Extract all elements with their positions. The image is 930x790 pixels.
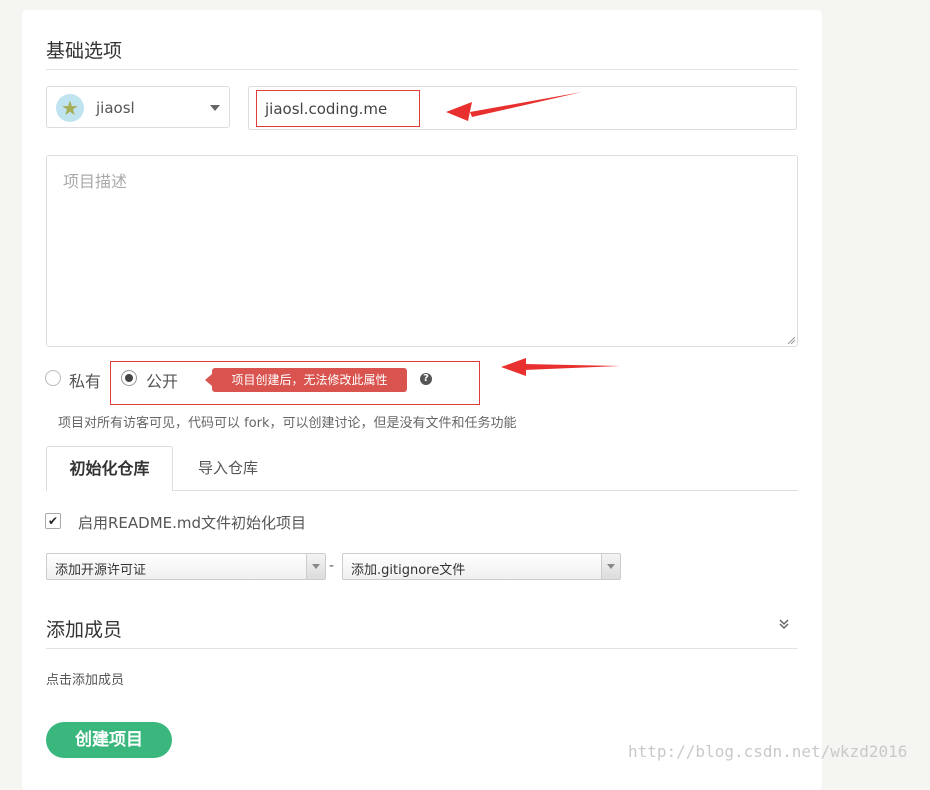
annotation-arrow-visibility — [524, 364, 620, 370]
annotation-arrow-name — [470, 92, 582, 117]
annotation-arrowhead-name — [446, 102, 472, 121]
annotation-arrowhead-visibility — [501, 358, 526, 376]
watermark: http://blog.csdn.net/wkzd2016 — [628, 742, 908, 761]
annotation-arrows — [446, 92, 620, 376]
